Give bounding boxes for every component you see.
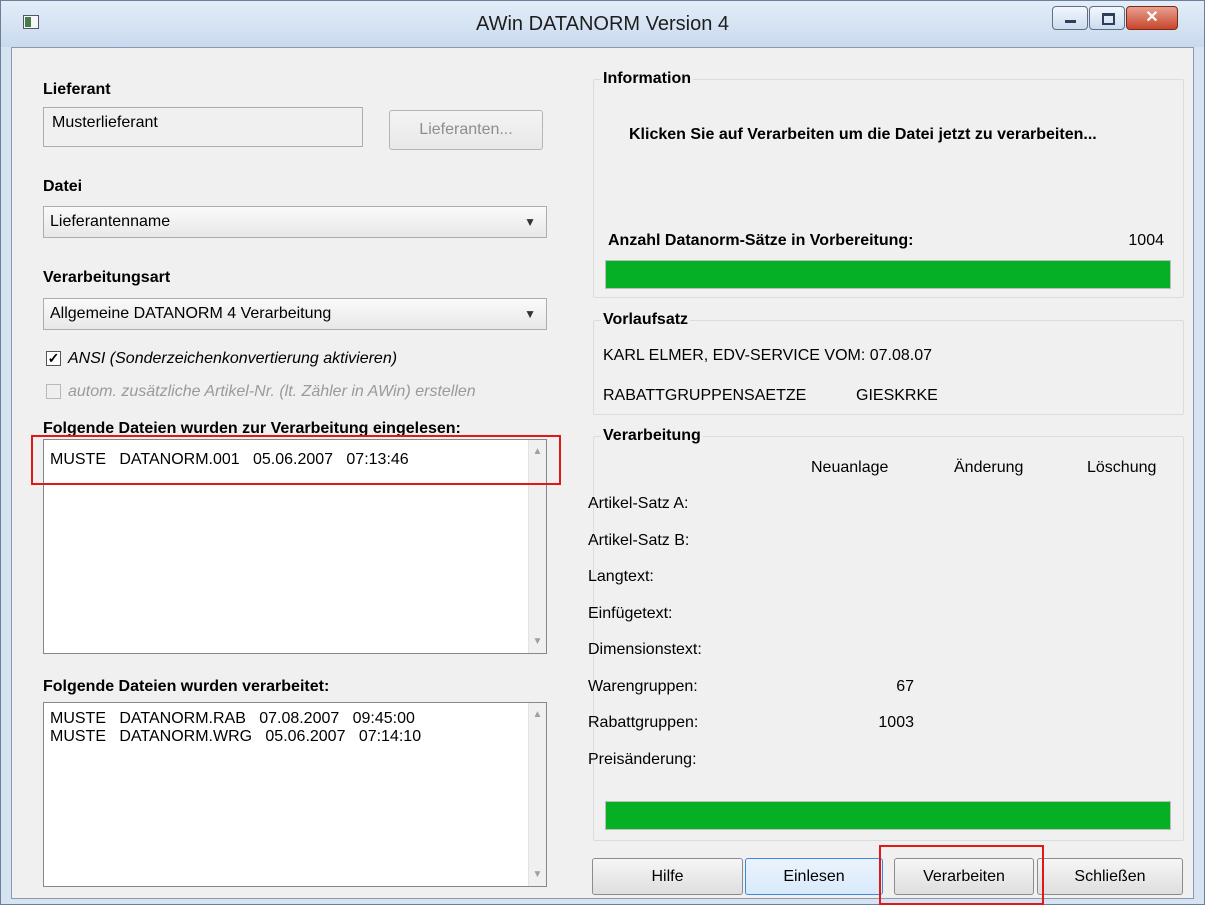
verarbeitet-label: Folgende Dateien wurden verarbeitet: (43, 678, 330, 695)
lieferanten-button[interactable]: Lieferanten... (389, 110, 543, 150)
verarbeitung-group: Verarbeitung Neuanlage Änderung Löschung… (588, 427, 1184, 841)
list-item[interactable]: MUSTE DATANORM.WRG 05.06.2007 07:14:10 (50, 728, 421, 746)
ansi-label: ANSI (Sonderzeichenkonvertierung aktivie… (68, 350, 398, 367)
schliessen-button[interactable]: Schließen (1037, 858, 1183, 895)
verarbeitung-row-label: Rabattgruppen: (588, 714, 699, 731)
vorlaufsatz-line-2a: RABATTGRUPPENSAETZE (603, 387, 807, 404)
autom-checkbox[interactable] (46, 384, 61, 399)
vorlaufsatz-title: Vorlaufsatz (601, 311, 691, 329)
verarbeitungsart-dropdown[interactable]: Allgemeine DATANORM 4 Verarbeitung ▼ (43, 298, 547, 330)
verarbeitung-row-label: Warengruppen: (588, 678, 698, 695)
count-label: Anzahl Datanorm-Sätze in Vorbereitung: (608, 232, 914, 249)
app-window: AWin DATANORM Version 4 ✕ Lieferant Must… (0, 0, 1205, 905)
verarbeitung-row-label: Dimensionstext: (588, 641, 702, 658)
scroll-down-icon[interactable]: ▼ (529, 869, 546, 880)
title-bar[interactable]: AWin DATANORM Version 4 ✕ (1, 1, 1204, 47)
column-aenderung: Änderung (954, 459, 1024, 476)
column-loeschung: Löschung (1087, 459, 1157, 476)
verarbeitung-row-neuanlage: 67 (896, 678, 914, 695)
progress-fill (606, 802, 1170, 829)
scrollbar[interactable]: ▲ ▼ (528, 703, 546, 886)
hilfe-button[interactable]: Hilfe (592, 858, 743, 895)
lieferant-field[interactable]: Musterlieferant (43, 107, 363, 147)
information-title: Information (601, 70, 693, 88)
list-item[interactable]: MUSTE DATANORM.RAB 07.08.2007 09:45:00 (50, 710, 415, 728)
highlight-box (31, 435, 561, 485)
scroll-down-icon[interactable]: ▼ (529, 636, 546, 647)
einlesen-button[interactable]: Einlesen (745, 858, 883, 895)
dialog-client: Lieferant Musterlieferant Lieferanten...… (11, 47, 1194, 905)
minimize-button[interactable] (1052, 6, 1088, 30)
processing-progress-bar (605, 801, 1171, 830)
close-button[interactable]: ✕ (1126, 6, 1178, 30)
window-title: AWin DATANORM Version 4 (475, 13, 730, 35)
verarbeitung-row-label: Langtext: (588, 568, 654, 585)
column-neuanlage: Neuanlage (811, 459, 889, 476)
information-group: Information Klicken Sie auf Verarbeiten … (593, 70, 1184, 298)
count-value: 1004 (1128, 232, 1164, 249)
verarbeitung-row-label: Artikel-Satz A: (588, 495, 689, 512)
information-message: Klicken Sie auf Verarbeiten um die Datei… (629, 126, 1097, 143)
scroll-up-icon[interactable]: ▲ (529, 709, 546, 720)
verarbeitung-row-label: Artikel-Satz B: (588, 532, 690, 549)
vorlaufsatz-line-1: KARL ELMER, EDV-SERVICE VOM: 07.08.07 (603, 347, 933, 364)
vorlaufsatz-line-2b: GIESKRKE (856, 387, 938, 404)
vorlaufsatz-group: Vorlaufsatz KARL ELMER, EDV-SERVICE VOM:… (593, 311, 1184, 415)
datei-label: Datei (43, 178, 83, 195)
autom-label: autom. zusätzliche Artikel-Nr. (lt. Zähl… (68, 383, 476, 400)
datei-selected: Lieferantenname (50, 213, 171, 230)
verarbeitungsart-selected: Allgemeine DATANORM 4 Verarbeitung (50, 305, 332, 322)
datei-dropdown[interactable]: Lieferantenname ▼ (43, 206, 547, 238)
maximize-button[interactable] (1089, 6, 1125, 30)
preparation-progress-bar (605, 260, 1171, 289)
verarbeitet-list[interactable]: MUSTE DATANORM.RAB 07.08.2007 09:45:00 M… (43, 702, 547, 887)
ansi-checkbox[interactable]: ✓ (46, 351, 61, 366)
progress-fill (606, 261, 1170, 288)
verarbeitung-row-neuanlage: 1003 (878, 714, 914, 731)
verarbeitungsart-label: Verarbeitungsart (43, 269, 171, 286)
verarbeitung-title: Verarbeitung (601, 427, 703, 445)
lieferant-label: Lieferant (43, 81, 111, 98)
chevron-down-icon: ▼ (524, 215, 536, 229)
chevron-down-icon: ▼ (524, 307, 536, 321)
verarbeitung-row-label: Einfügetext: (588, 605, 673, 622)
highlight-box (879, 845, 1044, 905)
verarbeitung-row-label: Preisänderung: (588, 751, 697, 768)
